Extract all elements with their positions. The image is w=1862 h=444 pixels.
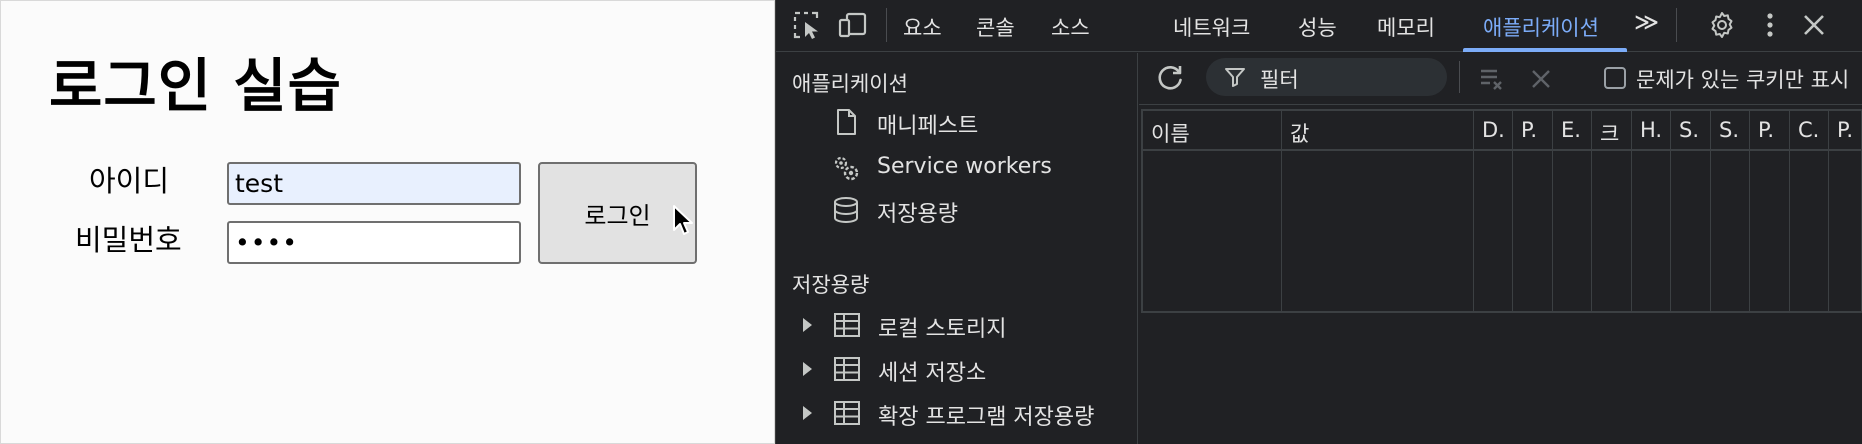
column-domain[interactable]: D.: [1474, 111, 1513, 311]
tab-application[interactable]: 애플리케이션: [1483, 12, 1599, 42]
clear-filtered-icon[interactable]: [1478, 65, 1506, 93]
column-header: P.: [1758, 118, 1775, 142]
cookies-table: 이름 값 D. P. E. 크 H. S. S. P. C. P.: [1141, 109, 1862, 313]
column-cross-site[interactable]: C.: [1790, 111, 1829, 311]
kebab-menu-icon[interactable]: [1755, 10, 1785, 40]
column-header: P.: [1837, 118, 1854, 142]
cookies-pane: 필터 문제가 있는 쿠키만 표시 이름 값 D. P. E. 크 H. S. S…: [1139, 53, 1862, 444]
password-input[interactable]: [227, 221, 521, 264]
expand-arrow-icon[interactable]: [803, 318, 812, 332]
gears-icon: [834, 156, 859, 181]
device-toolbar-icon[interactable]: [838, 10, 868, 40]
toolbar-divider: [1676, 8, 1677, 42]
sidebar-item-label: Service workers: [877, 154, 1052, 179]
table-icon: [834, 357, 860, 381]
database-icon: [834, 197, 858, 224]
tab-network[interactable]: 네트워크: [1173, 12, 1250, 42]
toolbar-divider: [886, 8, 887, 42]
id-input[interactable]: [227, 162, 521, 205]
tab-performance[interactable]: 성능: [1298, 12, 1337, 42]
tab-sources[interactable]: 소스: [1051, 12, 1090, 42]
column-partition-key[interactable]: P.: [1750, 111, 1790, 311]
column-expires[interactable]: E.: [1553, 111, 1592, 311]
tab-console[interactable]: 콘솔: [976, 12, 1015, 42]
column-header: 값: [1290, 122, 1310, 146]
document-icon: [837, 109, 856, 135]
devtools-panel: 요소 콘솔 소스 네트워크 성능 메모리 애플리케이션 ≫ 애플리케이션 매니페…: [775, 0, 1862, 444]
devtools-toolbar: 요소 콘솔 소스 네트워크 성능 메모리 애플리케이션 ≫: [776, 0, 1862, 52]
mouse-cursor-icon: [673, 205, 693, 235]
id-label: 아이디: [89, 164, 170, 198]
sidebar-item-label: 세션 저장소: [878, 361, 987, 386]
column-path[interactable]: P.: [1513, 111, 1553, 311]
sidebar-item-session-storage[interactable]: 세션 저장소: [776, 352, 1136, 386]
column-header: S.: [1719, 118, 1740, 142]
tab-memory[interactable]: 메모리: [1377, 12, 1435, 42]
expand-arrow-icon[interactable]: [803, 362, 812, 376]
column-header: 이름: [1151, 122, 1190, 146]
toolbar-divider: [1459, 61, 1460, 93]
column-httponly[interactable]: H.: [1632, 111, 1671, 311]
only-issues-label: 문제가 있는 쿠키만 표시: [1636, 68, 1850, 92]
password-label: 비밀번호: [75, 223, 182, 257]
application-sidebar: 애플리케이션 매니페스트 Service workers 저장용량 저장용량 로…: [776, 53, 1138, 444]
sidebar-item-label: 매니페스트: [877, 114, 979, 139]
sidebar-item-label: 저장용량: [877, 202, 958, 227]
cookies-toolbar: 필터 문제가 있는 쿠키만 표시: [1139, 53, 1862, 105]
table-icon: [834, 401, 860, 425]
sidebar-item-label: 확장 프로그램 저장용량: [878, 405, 1095, 430]
column-header: D.: [1482, 118, 1505, 142]
inspect-element-icon[interactable]: [792, 10, 822, 40]
column-header: C.: [1798, 118, 1820, 142]
filter-input[interactable]: 필터: [1206, 58, 1447, 96]
column-size[interactable]: 크: [1592, 111, 1632, 311]
close-icon[interactable]: [1799, 10, 1829, 40]
column-header: P.: [1521, 118, 1538, 142]
sidebar-item-label: 로컬 스토리지: [878, 317, 1007, 342]
refresh-icon[interactable]: [1155, 63, 1185, 93]
column-value[interactable]: 값: [1282, 111, 1474, 311]
column-priority[interactable]: P.: [1829, 111, 1862, 311]
sidebar-item-extension-storage[interactable]: 확장 프로그램 저장용량: [776, 396, 1136, 430]
filter-icon: [1225, 68, 1245, 87]
column-name[interactable]: 이름: [1143, 111, 1282, 311]
column-header: E.: [1561, 118, 1581, 142]
web-page: 로그인 실습 아이디 비밀번호 로그인: [0, 0, 775, 444]
column-header: 크: [1600, 122, 1620, 146]
only-issues-checkbox[interactable]: [1604, 67, 1626, 89]
column-header: S.: [1679, 118, 1700, 142]
delete-selected-icon[interactable]: [1529, 67, 1553, 91]
page-title: 로그인 실습: [49, 52, 342, 120]
gear-icon[interactable]: [1707, 10, 1737, 40]
section-title-storage: 저장용량: [792, 273, 870, 297]
filter-placeholder: 필터: [1260, 68, 1299, 92]
column-secure[interactable]: S.: [1671, 111, 1711, 311]
section-title-application: 애플리케이션: [792, 72, 908, 96]
more-tabs-button[interactable]: ≫: [1634, 8, 1659, 36]
column-header: H.: [1640, 118, 1663, 142]
tab-elements[interactable]: 요소: [903, 12, 942, 42]
column-samesite[interactable]: S.: [1711, 111, 1750, 311]
table-icon: [834, 313, 860, 337]
expand-arrow-icon[interactable]: [803, 406, 812, 420]
sidebar-item-local-storage[interactable]: 로컬 스토리지: [776, 308, 1136, 342]
active-tab-indicator: [1463, 48, 1627, 52]
